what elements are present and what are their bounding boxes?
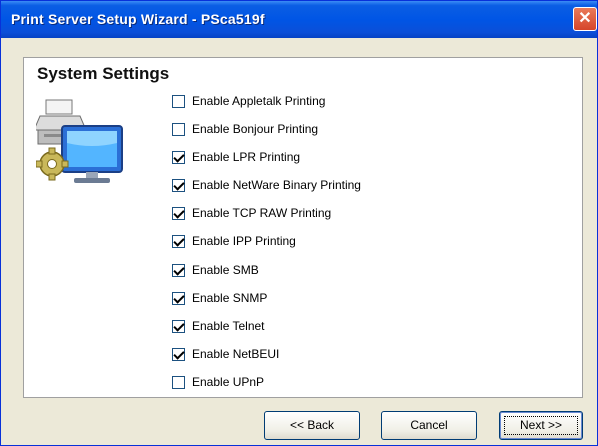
printer-computer-gear-icon <box>36 99 123 183</box>
appletalk-checkbox[interactable] <box>172 94 185 108</box>
lpr-checkbox[interactable] <box>172 150 185 164</box>
upnp-checkbox[interactable] <box>172 375 185 389</box>
option-netware[interactable]: Enable NetWare Binary Printing <box>172 176 361 194</box>
option-label: Enable SMB <box>192 263 259 277</box>
wizard-window: Print Server Setup Wizard - PSca519f ✕ S… <box>0 0 598 446</box>
option-label: Enable IPP Printing <box>192 234 296 248</box>
option-label: Enable Bonjour Printing <box>192 122 319 136</box>
option-label: Enable NetWare Binary Printing <box>192 178 361 192</box>
netbeui-checkbox[interactable] <box>172 347 185 361</box>
telnet-checkbox[interactable] <box>172 319 185 333</box>
option-snmp[interactable]: Enable SNMP <box>172 289 267 307</box>
option-upnp[interactable]: Enable UPnP <box>172 373 264 391</box>
option-tcp-raw[interactable]: Enable TCP RAW Printing <box>172 204 331 222</box>
option-label: Enable Telnet <box>192 319 265 333</box>
tcp-raw-checkbox[interactable] <box>172 206 185 220</box>
settings-panel: System Settings Enable Appletalk Printin… <box>23 57 583 398</box>
option-label: Enable NetBEUI <box>192 347 280 361</box>
option-smb[interactable]: Enable SMB <box>172 261 259 279</box>
option-label: Enable LPR Printing <box>192 150 301 164</box>
title-bar[interactable]: Print Server Setup Wizard - PSca519f ✕ <box>1 1 597 38</box>
page-title: System Settings <box>37 64 170 83</box>
focus-ring <box>504 416 578 435</box>
option-bonjour[interactable]: Enable Bonjour Printing <box>172 120 318 138</box>
option-lpr[interactable]: Enable LPR Printing <box>172 148 300 166</box>
option-label: Enable Appletalk Printing <box>192 94 326 108</box>
netware-checkbox[interactable] <box>172 178 185 192</box>
next-button[interactable]: Next >> <box>499 411 583 440</box>
cancel-button[interactable]: Cancel <box>381 411 477 440</box>
bonjour-checkbox[interactable] <box>172 122 185 136</box>
option-telnet[interactable]: Enable Telnet <box>172 317 265 335</box>
option-netbeui[interactable]: Enable NetBEUI <box>172 345 279 363</box>
close-button[interactable]: ✕ <box>573 7 597 31</box>
option-label: Enable TCP RAW Printing <box>192 206 332 220</box>
back-button[interactable]: << Back <box>264 411 360 440</box>
option-appletalk[interactable]: Enable Appletalk Printing <box>172 92 325 110</box>
close-icon: ✕ <box>578 10 592 27</box>
option-label: Enable SNMP <box>192 291 268 305</box>
option-label: Enable UPnP <box>192 375 265 389</box>
ipp-checkbox[interactable] <box>172 234 185 248</box>
window-title: Print Server Setup Wizard - PSca519f <box>11 11 265 27</box>
option-ipp[interactable]: Enable IPP Printing <box>172 232 296 250</box>
smb-checkbox[interactable] <box>172 263 185 277</box>
snmp-checkbox[interactable] <box>172 291 185 305</box>
